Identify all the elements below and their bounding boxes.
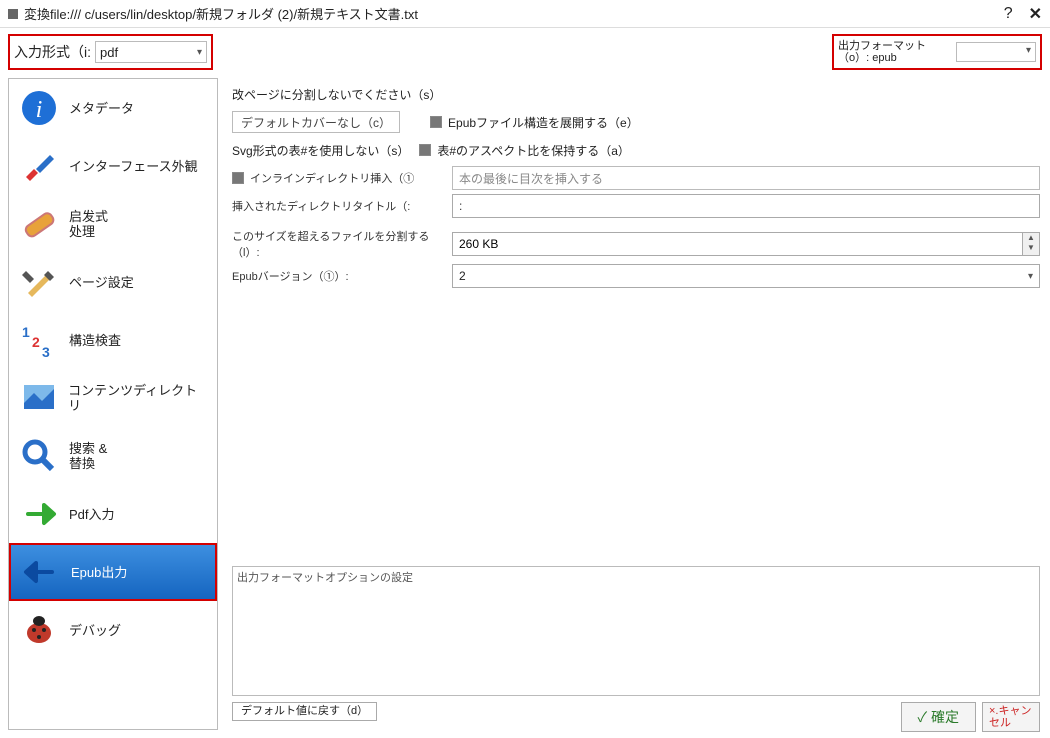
checkbox-icon [419,144,431,156]
arrow-right-icon [19,494,59,534]
image-icon [19,378,58,418]
sidebar-item-label: 搜索 & 替換 [69,441,107,471]
toc-at-end-placeholder: 本の最後に目次を挿入する [459,170,603,187]
numbers-icon: 123 [19,320,59,360]
sidebar-item-interface[interactable]: インターフェース外観 [9,137,217,195]
sidebar-item-label: 启发式 处理 [69,209,108,239]
input-format-box: 入力形式（i: pdf [8,34,213,70]
magnifier-icon [19,436,59,476]
arrow-left-icon [21,552,61,592]
brush-icon [19,146,59,186]
inline-dir-label: インラインディレクトリ挿入（① [250,170,414,186]
toc-at-end-field[interactable]: 本の最後に目次を挿入する [452,166,1040,190]
output-format-combo[interactable] [956,42,1036,62]
dir-title-input[interactable] [452,194,1040,218]
no-default-cover-button[interactable]: デフォルトカバーなし（c） [232,111,400,133]
bandaid-icon [19,204,59,244]
svg-text:1: 1 [22,324,30,340]
sidebar-item-label: コンテンツディレクトリ [68,383,207,413]
cancel-button[interactable]: ×.キャンセル [982,702,1040,732]
tools-icon [19,262,59,302]
main-panel: 改ページに分割しないでください（s） デフォルトカバーなし（c） Epubファイ… [218,78,1050,738]
sidebar-item-heuristic[interactable]: 启发式 处理 [9,195,217,253]
checkbox-icon [232,172,244,184]
close-icon[interactable]: ✕ [1029,4,1042,24]
keep-aspect-label: 表#のアスペクト比を保持する（a） [437,142,630,159]
split-size-spinner[interactable]: ▲▼ [1022,232,1040,256]
sidebar-item-epub-output[interactable]: Epub出力 [9,543,217,601]
input-format-combo[interactable]: pdf [95,41,207,63]
window-icon [8,9,18,19]
input-format-label: 入力形式（i: [14,42,91,62]
no-default-cover-label: デフォルトカバーなし（c） [241,114,391,131]
split-size-label: このサイズを超えるファイルを分割する（l）: [232,228,452,260]
input-format-value: pdf [100,45,118,60]
keep-aspect-checkbox[interactable]: 表#のアスペクト比を保持する（a） [419,142,630,159]
sidebar-item-metadata[interactable]: i メタデータ [9,79,217,137]
epub-version-select[interactable]: 2 [452,264,1040,288]
sidebar-item-search-replace[interactable]: 搜索 & 替換 [9,427,217,485]
description-label: 出力フォーマットオプションの設定 [237,572,413,584]
split-size-input[interactable] [452,232,1022,256]
checkbox-icon [430,116,442,128]
info-icon: i [19,88,59,128]
epub-version-value: 2 [459,269,466,283]
cancel-label: ×.キャンセル [989,705,1031,729]
sidebar-item-label: デバッグ [69,623,121,638]
sidebar-item-label: 構造検査 [69,333,121,348]
output-format-box: 出力フォーマット（o）: epub [832,34,1042,70]
window-title: 変換file:/// c/users/lin/desktop/新規フォルダ (2… [24,4,1004,23]
help-icon[interactable]: ? [1004,5,1013,23]
sidebar-item-label: Pdf入力 [69,507,115,522]
bug-icon [19,610,59,650]
dir-title-label: 挿入されたディレクトリタイトル（: [232,198,452,214]
sidebar-item-label: Epub出力 [71,565,127,580]
ok-button[interactable]: 確定 [901,702,976,732]
sidebar: i メタデータ インターフェース外観 启发式 处理 ページ設定 123 [8,78,218,730]
description-area: 出力フォーマットオプションの設定 [232,566,1040,696]
expand-epub-structure-checkbox[interactable]: Epubファイル構造を展開する（e） [430,114,639,131]
ok-label: 確定 [931,709,959,725]
sidebar-item-label: インターフェース外観 [69,159,198,174]
titlebar: 変換file:/// c/users/lin/desktop/新規フォルダ (2… [0,0,1050,28]
sidebar-item-debug[interactable]: デバッグ [9,601,217,659]
sidebar-item-label: ページ設定 [69,275,134,290]
sidebar-item-page-setup[interactable]: ページ設定 [9,253,217,311]
no-svg-tables-label: Svg形式の表#を使用しない（s） [232,142,409,159]
svg-text:i: i [36,97,43,123]
sidebar-item-structure[interactable]: 123 構造検査 [9,311,217,369]
sidebar-item-label: メタデータ [69,101,134,116]
output-format-label: 出力フォーマット（o）: epub [838,40,956,64]
restore-defaults-label: デフォルト値に戻す（d） [241,705,368,717]
svg-text:3: 3 [42,344,50,359]
sidebar-item-pdf-input[interactable]: Pdf入力 [9,485,217,543]
restore-defaults-button[interactable]: デフォルト値に戻す（d） [232,702,377,721]
no-page-split-label: 改ページに分割しないでください（s） [232,86,441,103]
epub-version-label: Epubバージョン（①）: [232,268,452,284]
svg-text:2: 2 [32,334,40,350]
sidebar-item-content-dir[interactable]: コンテンツディレクトリ [9,369,217,427]
expand-epub-structure-label: Epubファイル構造を展開する（e） [448,114,639,131]
